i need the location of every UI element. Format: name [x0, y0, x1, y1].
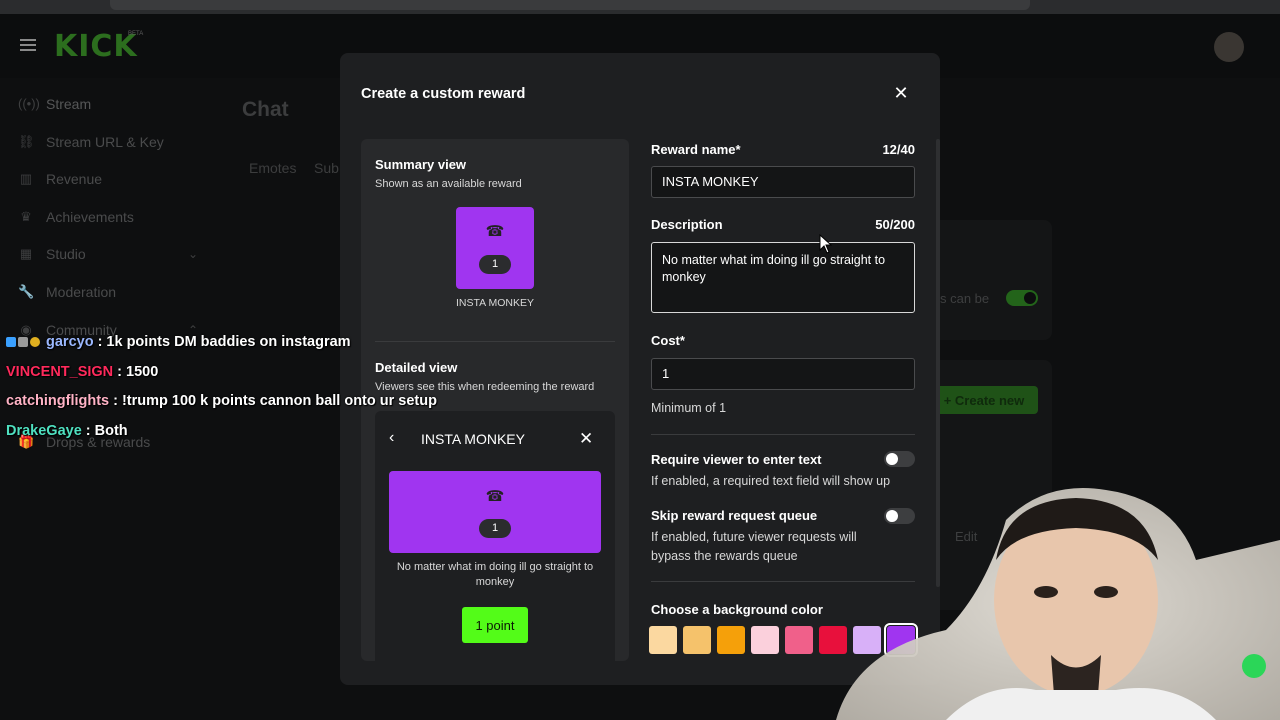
description-label: Description [651, 217, 723, 232]
bg-color-label: Choose a background color [651, 602, 823, 617]
chat-username: DrakeGaye [6, 423, 82, 439]
webcam-overlay [836, 488, 1280, 720]
divider [651, 434, 915, 435]
detail-cost-badge: 1 [479, 519, 511, 538]
create-new-button[interactable]: + Create new [930, 386, 1038, 414]
chat-message: garcyo: 1k points DM baddies on instagra… [6, 334, 351, 350]
link-icon: ⛓ [18, 134, 35, 149]
chat-text: : !trump 100 k points cannon ball onto u… [113, 393, 437, 409]
sidebar-item-label: Revenue [46, 171, 103, 187]
sidebar-item-achievements[interactable]: ♛ Achievements [18, 205, 134, 229]
detail-preview-card: ‹ INSTA MONKEY ✕ ☎ 1 No matter what im d… [375, 411, 615, 661]
settings-card [930, 220, 1052, 340]
chat-message: DrakeGaye: Both [6, 423, 128, 439]
page-title: Chat [242, 98, 289, 121]
tab-emotes[interactable]: Emotes [249, 160, 296, 176]
detail-banner: ☎ 1 [389, 471, 601, 553]
chevron-down-icon: ⌄ [187, 247, 198, 261]
sidebar-item-label: Stream [46, 96, 92, 112]
chevron-left-icon[interactable]: ‹ [389, 429, 394, 447]
reward-name-label: Reward name* [651, 142, 741, 157]
stream-icon: ((•)) [18, 96, 40, 111]
color-swatch[interactable] [717, 626, 745, 654]
bg-toggle[interactable] [1006, 290, 1038, 306]
color-swatch[interactable] [751, 626, 779, 654]
sidebar-item-label: Stream URL & Key [46, 134, 164, 150]
chat-message: catchingflights: !trump 100 k points can… [6, 393, 437, 409]
studio-icon: ▦ [19, 246, 33, 261]
chat-text: : Both [85, 423, 128, 439]
sidebar-item-revenue[interactable]: ▥ Revenue [18, 167, 102, 191]
user-avatar[interactable] [1214, 32, 1244, 62]
sidebar-item-label: Studio [46, 246, 86, 262]
beta-badge: BETA [128, 31, 144, 37]
skip-queue-label: Skip reward request queue [651, 508, 818, 523]
detail-heading: Detailed view [375, 360, 458, 375]
sidebar-item-studio[interactable]: ▦ Studio ⌄ [18, 242, 214, 266]
cost-label: Cost* [651, 333, 685, 348]
chart-icon: ▥ [19, 171, 33, 186]
detail-subtext: Viewers see this when redeeming the rewa… [375, 381, 595, 393]
menu-icon[interactable] [20, 39, 36, 51]
tile-cost-badge: 1 [479, 255, 511, 274]
modal-title: Create a custom reward [361, 86, 526, 102]
require-text-label: Require viewer to enter text [651, 452, 822, 467]
chat-text: : 1k points DM baddies on instagram [97, 334, 351, 350]
treasure-chest-icon: ☎ [485, 488, 505, 505]
tile-name: INSTA MONKEY [456, 297, 534, 309]
redeem-button[interactable]: 1 point [462, 607, 528, 643]
kick-logo[interactable]: KICK [54, 29, 138, 64]
color-swatch[interactable] [683, 626, 711, 654]
chat-username: catchingflights [6, 393, 110, 409]
color-swatch[interactable] [785, 626, 813, 654]
trophy-icon: ♛ [20, 209, 32, 224]
reward-name-counter: 12/40 [882, 142, 915, 157]
description-counter: 50/200 [875, 217, 915, 232]
sidebar-item-stream[interactable]: ((•)) Stream [18, 92, 91, 116]
close-icon[interactable]: ✕ [893, 84, 909, 102]
divider [375, 341, 615, 342]
sidebar-item-label: Achievements [46, 209, 134, 225]
detail-description: No matter what im doing ill go straight … [396, 561, 594, 588]
reward-name-input[interactable]: INSTA MONKEY [651, 166, 915, 198]
chat-text: : 1500 [117, 364, 159, 380]
chat-username: garcyo [46, 334, 94, 350]
cost-helper: Minimum of 1 [651, 401, 727, 415]
description-textarea[interactable]: No matter what im doing ill go straight … [651, 242, 915, 313]
wrench-icon: 🔧 [18, 284, 35, 299]
chat-username: VINCENT_SIGN [6, 364, 114, 380]
sidebar-item-stream-url[interactable]: ⛓ Stream URL & Key [18, 130, 164, 154]
require-text-toggle[interactable] [884, 451, 915, 467]
detail-title: INSTA MONKEY [421, 431, 525, 447]
address-bar[interactable] [110, 0, 1030, 10]
close-icon[interactable]: ✕ [579, 429, 593, 449]
summary-subtext: Shown as an available reward [375, 178, 522, 190]
color-swatch[interactable] [649, 626, 677, 654]
mouse-cursor [819, 234, 833, 254]
treasure-chest-icon: ☎ [485, 223, 505, 240]
tab-subs[interactable]: Sub [314, 160, 339, 176]
user-badges [6, 334, 42, 350]
toggle-description: s can be [940, 291, 990, 306]
sidebar-item-moderation[interactable]: 🔧 Moderation [18, 280, 116, 304]
summary-heading: Summary view [375, 157, 467, 172]
browser-toolbar [0, 0, 1280, 14]
sidebar-item-label: Moderation [46, 284, 117, 300]
cost-input[interactable]: 1 [651, 358, 915, 390]
reward-tile: ☎ 1 [456, 207, 534, 289]
chat-message: VINCENT_SIGN: 1500 [6, 364, 158, 380]
